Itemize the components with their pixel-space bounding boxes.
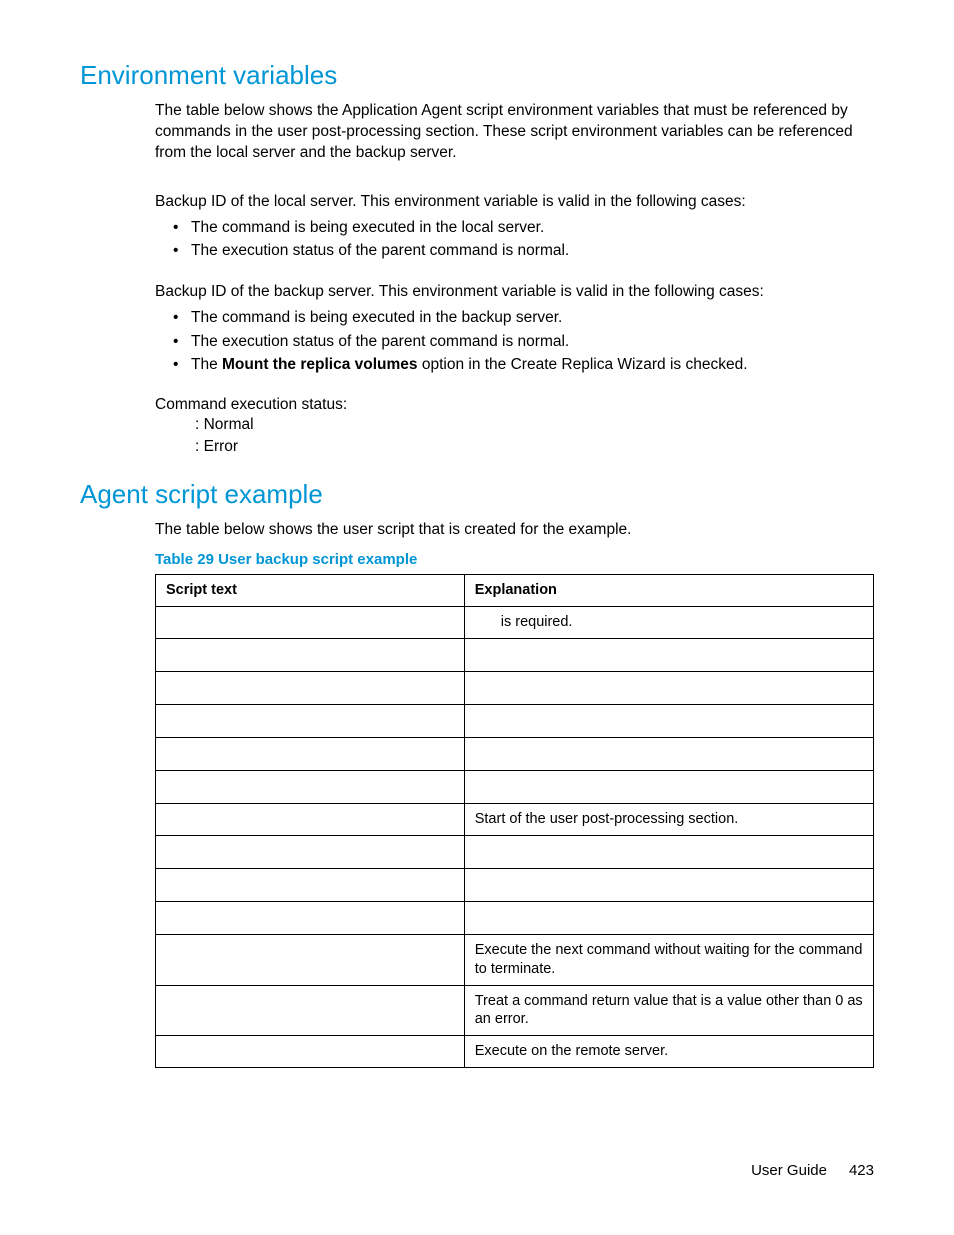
table-row bbox=[156, 868, 874, 901]
cell-explanation: Execute the next command without waiting… bbox=[464, 934, 873, 985]
cell-script bbox=[156, 607, 465, 639]
status-normal: : Normal bbox=[195, 414, 874, 436]
table-row bbox=[156, 901, 874, 934]
bullet-pre: The bbox=[191, 356, 222, 373]
cell-script bbox=[156, 901, 465, 934]
table-row: Execute the next command without waiting… bbox=[156, 934, 874, 985]
page-footer: User Guide 423 bbox=[751, 1162, 874, 1179]
cell-script bbox=[156, 705, 465, 738]
table-row: Treat a command return value that is a v… bbox=[156, 985, 874, 1036]
list-item: The execution status of the parent comma… bbox=[173, 240, 874, 262]
script-table: Script text Explanation is required. bbox=[155, 574, 874, 1068]
example-body: The table below shows the user script th… bbox=[155, 520, 874, 1068]
col-script-text: Script text bbox=[156, 575, 465, 607]
status-block: Command execution status: : Normal : Err… bbox=[155, 396, 874, 457]
cell-script bbox=[156, 738, 465, 771]
table-row: Execute on the remote server. bbox=[156, 1036, 874, 1068]
heading-environment-variables: Environment variables bbox=[80, 60, 874, 91]
env-backup-lead: Backup ID of the backup server. This env… bbox=[155, 282, 874, 303]
cell-explanation bbox=[464, 901, 873, 934]
page-number: 423 bbox=[849, 1162, 874, 1179]
example-intro: The table below shows the user script th… bbox=[155, 520, 874, 541]
bullet-bold: Mount the replica volumes bbox=[222, 356, 418, 373]
cell-script bbox=[156, 771, 465, 804]
status-label: Command execution status: bbox=[155, 396, 874, 414]
table-row: Start of the user post-processing sectio… bbox=[156, 804, 874, 836]
table-header-row: Script text Explanation bbox=[156, 575, 874, 607]
table-row bbox=[156, 705, 874, 738]
footer-label: User Guide bbox=[751, 1162, 827, 1179]
cell-script bbox=[156, 985, 465, 1036]
list-item: The command is being executed in the loc… bbox=[173, 217, 874, 239]
cell-explanation: is required. bbox=[464, 607, 873, 639]
cell-script bbox=[156, 835, 465, 868]
cell-script bbox=[156, 672, 465, 705]
cell-explanation bbox=[464, 868, 873, 901]
cell-script bbox=[156, 639, 465, 672]
env-intro: The table below shows the Application Ag… bbox=[155, 101, 874, 164]
cell-explanation bbox=[464, 738, 873, 771]
cell-explanation bbox=[464, 835, 873, 868]
list-item: The Mount the replica volumes option in … bbox=[173, 354, 874, 376]
table-row bbox=[156, 672, 874, 705]
bullet-post: option in the Create Replica Wizard is c… bbox=[418, 356, 748, 373]
cell-explanation bbox=[464, 705, 873, 738]
cell-script bbox=[156, 934, 465, 985]
env-local-lead: Backup ID of the local server. This envi… bbox=[155, 192, 874, 213]
cell-explanation: Start of the user post-processing sectio… bbox=[464, 804, 873, 836]
cell-explanation bbox=[464, 771, 873, 804]
col-explanation: Explanation bbox=[464, 575, 873, 607]
table-row bbox=[156, 738, 874, 771]
heading-agent-script-example: Agent script example bbox=[80, 479, 874, 510]
list-item: The execution status of the parent comma… bbox=[173, 331, 874, 353]
table-row bbox=[156, 771, 874, 804]
table-caption: Table 29 User backup script example bbox=[155, 551, 874, 568]
list-item: The command is being executed in the bac… bbox=[173, 307, 874, 329]
page: Environment variables The table below sh… bbox=[0, 0, 954, 1235]
table-row bbox=[156, 835, 874, 868]
cell-script bbox=[156, 868, 465, 901]
status-error: : Error bbox=[195, 436, 874, 458]
cell-explanation: Execute on the remote server. bbox=[464, 1036, 873, 1068]
env-local-bullets: The command is being executed in the loc… bbox=[173, 217, 874, 262]
table-row bbox=[156, 639, 874, 672]
cell-explanation: Treat a command return value that is a v… bbox=[464, 985, 873, 1036]
env-backup-bullets: The command is being executed in the bac… bbox=[173, 307, 874, 376]
table-row: is required. bbox=[156, 607, 874, 639]
cell-explanation bbox=[464, 639, 873, 672]
cell-script bbox=[156, 804, 465, 836]
expl-pad: is required. bbox=[475, 613, 573, 632]
cell-script bbox=[156, 1036, 465, 1068]
cell-explanation bbox=[464, 672, 873, 705]
env-body: The table below shows the Application Ag… bbox=[155, 101, 874, 457]
